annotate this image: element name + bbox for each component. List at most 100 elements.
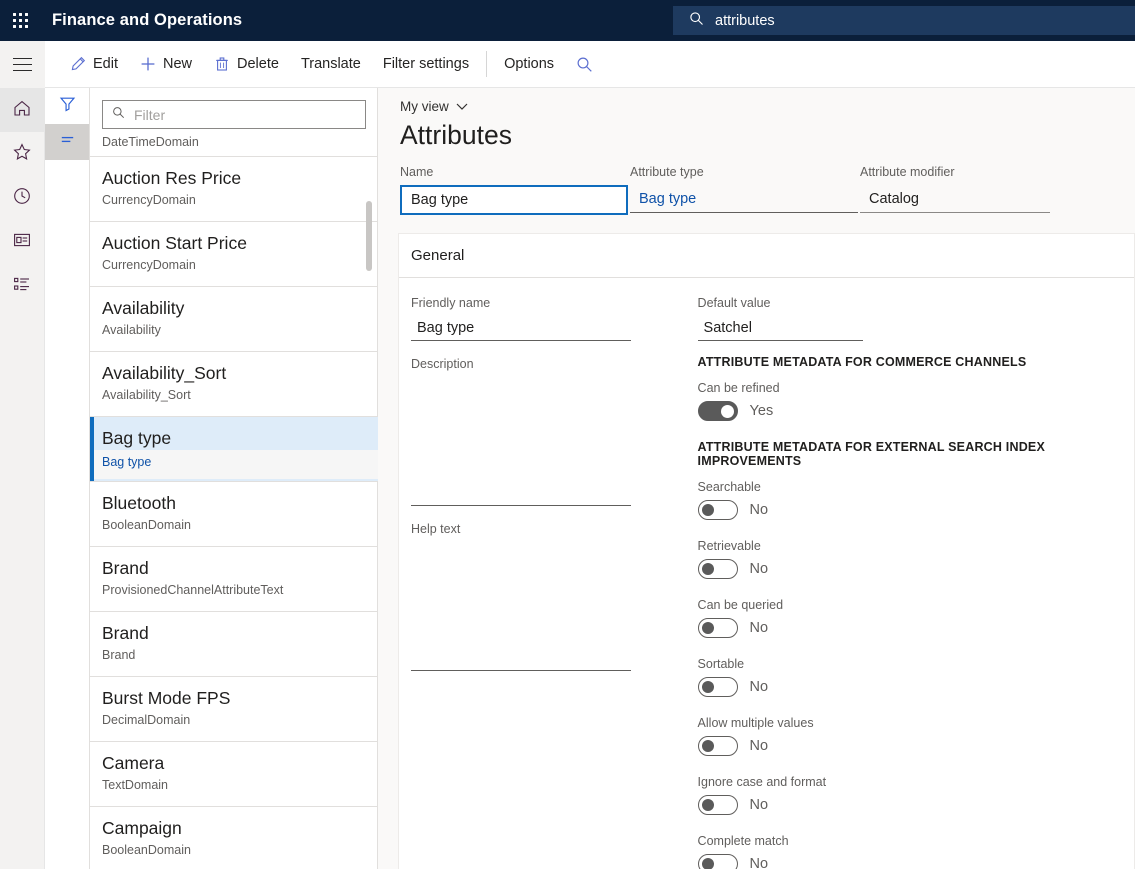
list-scrollbar-thumb[interactable]: [366, 201, 372, 271]
search-icon: [576, 56, 593, 73]
chevron-down-icon: [456, 99, 468, 114]
friendly-name-value[interactable]: Bag type: [411, 315, 631, 341]
filter-settings-button[interactable]: Filter settings: [372, 41, 480, 88]
toggle-state-label: No: [750, 679, 769, 695]
app-launcher-icon[interactable]: [0, 0, 41, 41]
trash-icon: [214, 56, 230, 72]
toggle-control: No: [698, 500, 1122, 520]
home-icon: [12, 98, 32, 123]
list-item-title: Bag type: [102, 426, 378, 450]
name-field[interactable]: Name Bag type: [400, 165, 628, 215]
toggle-switch[interactable]: [698, 677, 738, 697]
new-button-label: New: [163, 56, 192, 72]
default-value-field[interactable]: Default value Satchel: [698, 296, 1122, 341]
star-icon: [12, 142, 32, 167]
description-field[interactable]: Description: [411, 357, 676, 506]
list-item[interactable]: Burst Mode FPSDecimalDomain: [90, 677, 378, 742]
general-section-title[interactable]: General: [399, 234, 1134, 278]
toggle-state-label: No: [750, 502, 769, 518]
rail-item-home[interactable]: [0, 88, 44, 132]
toggle-row: Can be queried No: [698, 598, 1122, 638]
help-text-textarea[interactable]: [411, 541, 631, 671]
list-item-title: Campaign: [102, 816, 378, 840]
toggle-label: Retrievable: [698, 539, 1122, 553]
edit-button-label: Edit: [93, 56, 118, 72]
toggle-switch[interactable]: [698, 401, 738, 421]
list-item[interactable]: BluetoothBooleanDomain: [90, 482, 378, 547]
attribute-modifier-value[interactable]: Catalog: [860, 185, 1050, 213]
toggle-row: Retrievable No: [698, 539, 1122, 579]
global-search-box[interactable]: attributes: [673, 6, 1135, 35]
attribute-modifier-field[interactable]: Attribute modifier Catalog: [860, 165, 1050, 215]
toggle-state-label: No: [750, 856, 769, 869]
default-value-value[interactable]: Satchel: [698, 315, 863, 341]
new-button[interactable]: New: [129, 41, 203, 88]
toggle-switch[interactable]: [698, 618, 738, 638]
rail-item-workspaces[interactable]: [0, 220, 44, 264]
list-item-subtitle: ProvisionedChannelAttributeText: [102, 581, 378, 600]
commerce-toggle-group: Can be refinedYes: [698, 381, 1122, 421]
toggle-switch[interactable]: [698, 500, 738, 520]
list-item[interactable]: BrandProvisionedChannelAttributeText: [90, 547, 378, 612]
toggle-knob: [702, 858, 714, 869]
list-item-title: Availability: [102, 296, 378, 320]
list-item[interactable]: AvailabilityAvailability: [90, 287, 378, 352]
toggle-state-label: No: [750, 620, 769, 636]
help-text-field[interactable]: Help text: [411, 522, 676, 671]
list-item[interactable]: Auction Start PriceCurrencyDomain: [90, 222, 378, 287]
translate-button[interactable]: Translate: [290, 41, 372, 88]
edit-button[interactable]: Edit: [59, 41, 129, 88]
list-item-partial[interactable]: DateTimeDomain: [90, 135, 378, 157]
list-item-subrow: Availability_Sort: [102, 386, 378, 405]
toggle-row: Complete matchNo: [698, 834, 1122, 869]
toggle-switch[interactable]: [698, 854, 738, 869]
toggle-label: Can be queried: [698, 598, 1122, 612]
delete-button[interactable]: Delete: [203, 41, 290, 88]
toggle-switch[interactable]: [698, 736, 738, 756]
rail-item-recent[interactable]: [0, 176, 44, 220]
list-item-subrow: BooleanDomain: [102, 516, 378, 535]
list-item[interactable]: Auction Res PriceCurrencyDomain: [90, 157, 378, 222]
list-item-selected[interactable]: Bag typeBag type: [90, 417, 378, 482]
name-field-value[interactable]: Bag type: [400, 185, 628, 215]
toggle-row: SortableNo: [698, 657, 1122, 697]
list-item-subtitle: BooleanDomain: [102, 841, 378, 860]
toggle-switch[interactable]: [698, 795, 738, 815]
view-switcher[interactable]: My view: [400, 99, 468, 114]
list-item-subrow: BooleanDomain: [102, 841, 378, 860]
list-tab-filter[interactable]: [45, 88, 89, 124]
command-search-button[interactable]: [565, 41, 611, 88]
attribute-type-field[interactable]: Attribute type Bag type: [630, 165, 858, 215]
command-bar: Edit New Delete: [0, 41, 1135, 88]
list-tab-list[interactable]: [45, 124, 89, 160]
list-item[interactable]: CampaignBooleanDomain: [90, 807, 378, 869]
rail-item-modules[interactable]: [0, 264, 44, 308]
filter-input[interactable]: Filter: [102, 100, 366, 129]
toggle-row: Can be refinedYes: [698, 381, 1122, 421]
list-item[interactable]: Availability_SortAvailability_Sort: [90, 352, 378, 417]
toggle-control: No: [698, 559, 1122, 579]
options-button[interactable]: Options: [493, 41, 565, 88]
list-item-subtitle: CurrencyDomain: [102, 256, 378, 275]
list-item-title: Camera: [102, 751, 378, 775]
toggle-switch[interactable]: [698, 559, 738, 579]
right-column: Default value Satchel ATTRIBUTE METADATA…: [698, 296, 1122, 869]
attribute-list[interactable]: DateTimeDomain Auction Res PriceCurrency…: [90, 135, 378, 869]
toggle-state-label: No: [750, 561, 769, 577]
toggle-label: Allow multiple values: [698, 716, 1122, 730]
attribute-type-value[interactable]: Bag type: [630, 185, 858, 213]
hamburger-menu-icon[interactable]: [0, 41, 45, 88]
list-item[interactable]: CameraTextDomain: [90, 742, 378, 807]
toggle-knob: [702, 622, 714, 634]
list-item-subrow: Availability: [102, 321, 378, 340]
list-item-subtitle: Availability_Sort: [102, 386, 378, 405]
list-item-subtitle: DecimalDomain: [102, 711, 378, 730]
toggle-control: Yes: [698, 401, 1122, 421]
list-item[interactable]: BrandBrand: [90, 612, 378, 677]
friendly-name-field[interactable]: Friendly name Bag type: [411, 296, 676, 341]
toggle-state-label: No: [750, 738, 769, 754]
toggle-row: Allow multiple values No: [698, 716, 1122, 756]
description-textarea[interactable]: [411, 376, 631, 506]
rail-item-favorites[interactable]: [0, 132, 44, 176]
waffle-grid: [13, 13, 28, 28]
